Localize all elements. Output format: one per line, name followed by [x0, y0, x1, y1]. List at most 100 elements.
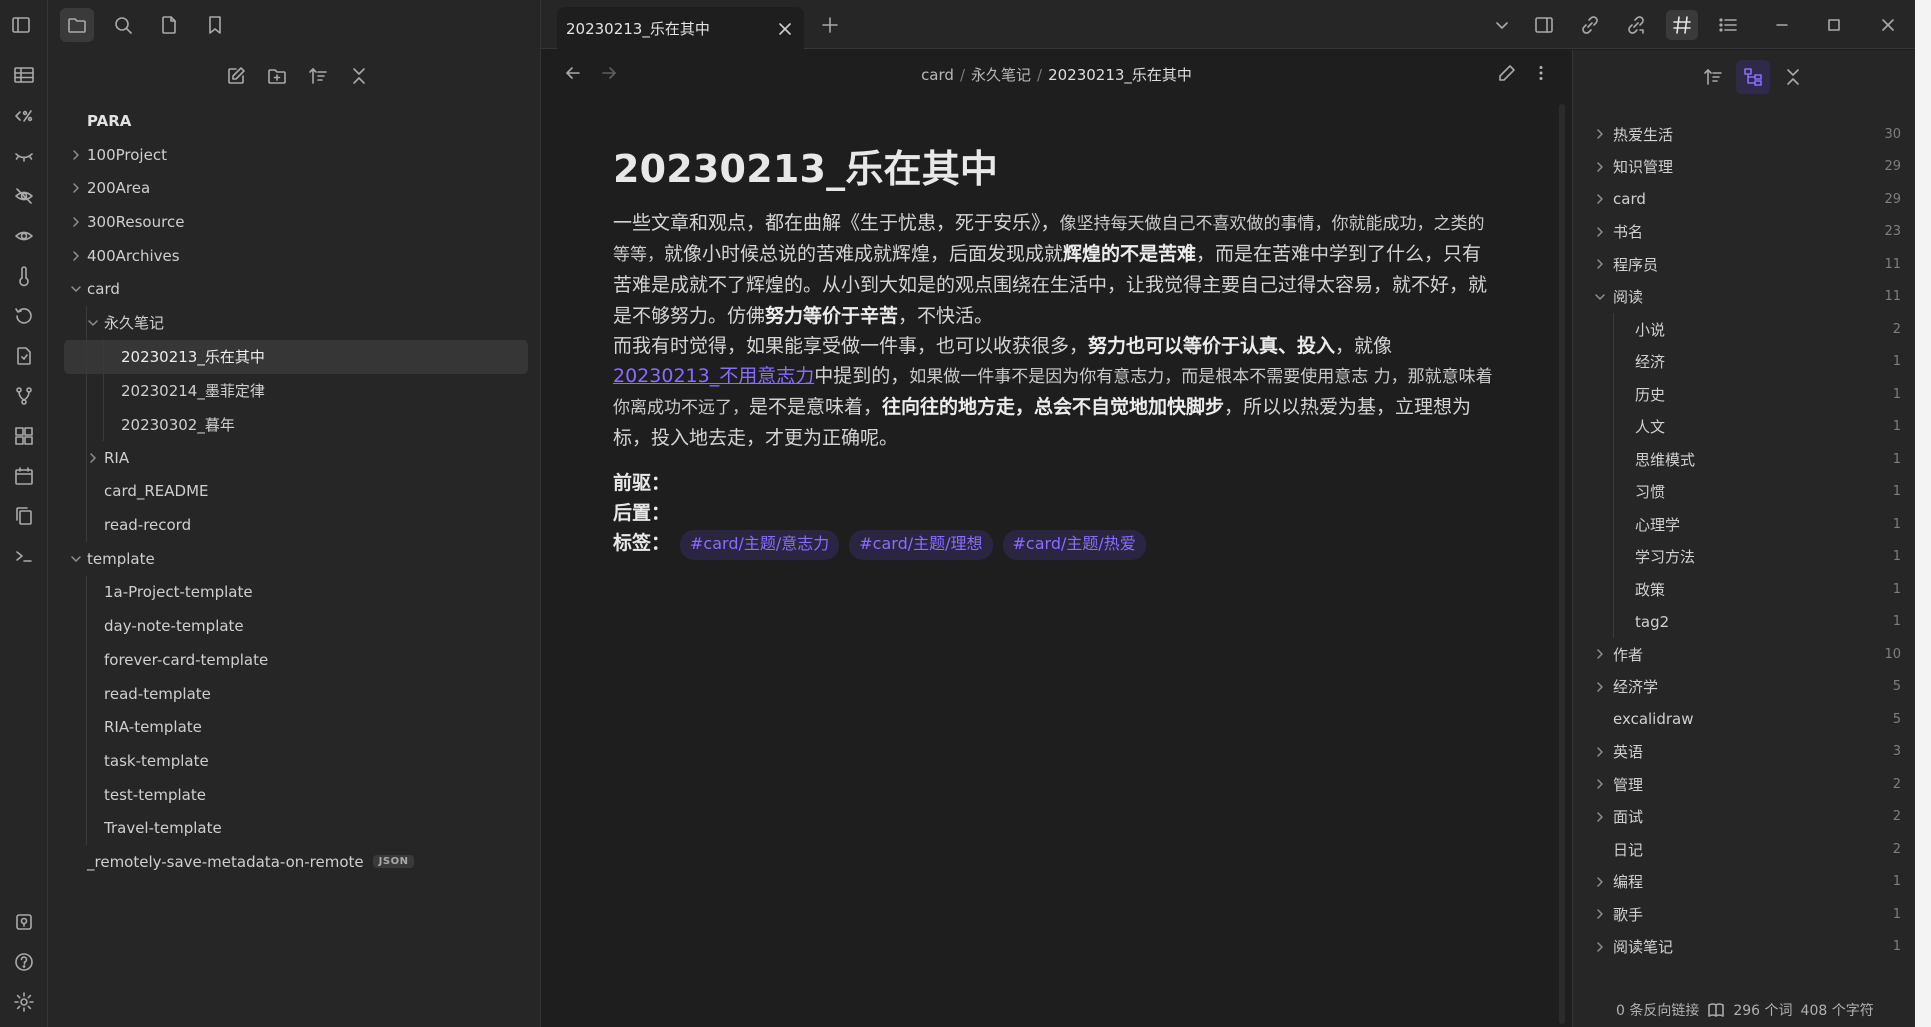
- tag-item[interactable]: 历史 1: [1589, 378, 1901, 411]
- more-options-icon[interactable]: [1525, 58, 1557, 88]
- file-item[interactable]: read-record: [64, 508, 528, 542]
- breadcrumb-current[interactable]: 20230213_乐在其中: [1048, 66, 1192, 84]
- table-icon[interactable]: [8, 59, 40, 91]
- chevron-right-icon[interactable]: [69, 181, 83, 195]
- eye-closed-icon[interactable]: [8, 140, 40, 172]
- chevron-right-icon[interactable]: [69, 249, 83, 263]
- chevron-right-icon[interactable]: [1593, 647, 1607, 661]
- outgoing-link-icon[interactable]: [1620, 10, 1652, 40]
- editor-scrollbar[interactable]: [1559, 104, 1565, 1024]
- file-item[interactable]: 1a-Project-template: [64, 576, 528, 610]
- terminal-icon[interactable]: [8, 540, 40, 572]
- file-item[interactable]: RIA-template: [64, 710, 528, 744]
- tag-item[interactable]: 人文 1: [1589, 411, 1901, 444]
- chevron-right-icon[interactable]: [1593, 192, 1607, 206]
- chevron-right-icon[interactable]: [1593, 127, 1607, 141]
- chevron-right-icon[interactable]: [1593, 680, 1607, 694]
- right-sidebar-toggle-icon[interactable]: [1528, 10, 1560, 40]
- folder-item[interactable]: RIA: [64, 441, 528, 475]
- folder-item[interactable]: 200Area: [64, 171, 528, 205]
- file-item[interactable]: task-template: [64, 744, 528, 778]
- history-icon[interactable]: [8, 300, 40, 332]
- chevron-right-icon[interactable]: [1593, 940, 1607, 954]
- file-item[interactable]: Travel-template: [64, 811, 528, 845]
- folder-item[interactable]: template: [64, 542, 528, 576]
- breadcrumb-item[interactable]: 永久笔记: [971, 66, 1031, 84]
- collapse-all-icon[interactable]: [343, 60, 375, 92]
- tag-item[interactable]: 政策 1: [1589, 573, 1901, 606]
- tag-item[interactable]: 知识管理 29: [1589, 151, 1901, 184]
- edit-pencil-icon[interactable]: [1491, 58, 1523, 88]
- file-item[interactable]: test-template: [64, 778, 528, 812]
- collapse-all-icon[interactable]: [1776, 60, 1810, 94]
- new-folder-icon[interactable]: [261, 60, 293, 92]
- folder-item[interactable]: card: [64, 272, 528, 306]
- tag-item[interactable]: 编程 1: [1589, 866, 1901, 899]
- sidebar-toggle-icon[interactable]: [4, 8, 38, 42]
- file-export-icon[interactable]: [8, 340, 40, 372]
- tag-item[interactable]: 思维模式 1: [1589, 443, 1901, 476]
- chevron-right-icon[interactable]: [1593, 257, 1607, 271]
- sort-icon[interactable]: [302, 60, 334, 92]
- new-note-icon[interactable]: [220, 60, 252, 92]
- tab-active-note[interactable]: 20230213_乐在其中: [557, 7, 804, 50]
- new-tab-plus-icon[interactable]: [814, 10, 846, 40]
- tag-item[interactable]: 日记 2: [1589, 833, 1901, 866]
- tag-item[interactable]: 小说 2: [1589, 313, 1901, 346]
- file-item[interactable]: 20230214_墨菲定律: [64, 374, 528, 408]
- chevron-right-icon[interactable]: [1593, 875, 1607, 889]
- window-close-icon[interactable]: [1872, 10, 1904, 40]
- chevron-right-icon[interactable]: [1593, 160, 1607, 174]
- folder-item[interactable]: 永久笔记: [64, 306, 528, 340]
- file-item[interactable]: 20230302_暮年: [64, 407, 528, 441]
- chevron-right-icon[interactable]: [1593, 777, 1607, 791]
- tag-item[interactable]: 书名 23: [1589, 216, 1901, 249]
- minimize-icon[interactable]: [1766, 10, 1798, 40]
- backlinks-count[interactable]: 0 条反向链接: [1616, 1000, 1699, 1020]
- file-item[interactable]: 20230213_乐在其中: [64, 339, 528, 374]
- calendar-icon[interactable]: [8, 460, 40, 492]
- sort-icon[interactable]: [1696, 60, 1730, 94]
- note-body[interactable]: 一些文章和观点，都在曲解《生于忧患，死于安乐》，像坚持每天做自己不喜欢做的事情，…: [613, 208, 1493, 454]
- close-icon[interactable]: [776, 20, 794, 38]
- tag-pill[interactable]: #card/主题/意志力: [680, 530, 840, 560]
- thermometer-icon[interactable]: [8, 260, 40, 292]
- bookmark-icon[interactable]: [198, 8, 232, 42]
- tag-item[interactable]: 程序员 11: [1589, 248, 1901, 281]
- file-item[interactable]: card_README: [64, 475, 528, 509]
- tag-item[interactable]: excalidraw 5: [1589, 703, 1901, 736]
- tag-item[interactable]: card 29: [1589, 183, 1901, 216]
- eye-off-icon[interactable]: [8, 180, 40, 212]
- file-item[interactable]: PARA: [64, 104, 528, 138]
- file-item[interactable]: _remotely-save-metadata-on-remote JSON: [64, 845, 528, 879]
- tag-item[interactable]: 心理学 1: [1589, 508, 1901, 541]
- chevron-right-icon[interactable]: [1593, 907, 1607, 921]
- tag-pill[interactable]: #card/主题/热爱: [1002, 530, 1146, 560]
- chevron-right-icon[interactable]: [1593, 810, 1607, 824]
- tag-item[interactable]: 管理 2: [1589, 768, 1901, 801]
- settings-gear-icon[interactable]: [8, 986, 40, 1018]
- copy-icon[interactable]: [8, 500, 40, 532]
- folder-item[interactable]: 300Resource: [64, 205, 528, 239]
- breadcrumb-item[interactable]: card: [921, 66, 954, 84]
- chevron-down-icon[interactable]: [1593, 290, 1607, 304]
- chevron-down-icon[interactable]: [69, 552, 83, 566]
- file-item[interactable]: read-template: [64, 677, 528, 711]
- tag-item[interactable]: 阅读 11: [1589, 281, 1901, 314]
- tag-item[interactable]: 作者 10: [1589, 638, 1901, 671]
- search-icon[interactable]: [106, 8, 140, 42]
- tag-item[interactable]: tag2 1: [1589, 606, 1901, 639]
- file-item[interactable]: forever-card-template: [64, 643, 528, 677]
- file-item[interactable]: day-note-template: [64, 609, 528, 643]
- tag-pill[interactable]: #card/主题/理想: [849, 530, 993, 560]
- tag-item[interactable]: 阅读笔记 1: [1589, 931, 1901, 964]
- link-icon[interactable]: [1574, 10, 1606, 40]
- tag-item[interactable]: 习惯 1: [1589, 476, 1901, 509]
- eye-icon[interactable]: [8, 220, 40, 252]
- chevron-down-icon[interactable]: [1486, 10, 1518, 40]
- tag-item[interactable]: 英语 3: [1589, 736, 1901, 769]
- folder-icon[interactable]: [60, 8, 94, 42]
- tag-item[interactable]: 面试 2: [1589, 801, 1901, 834]
- chevron-right-icon[interactable]: [1593, 225, 1607, 239]
- maximize-icon[interactable]: [1818, 10, 1850, 40]
